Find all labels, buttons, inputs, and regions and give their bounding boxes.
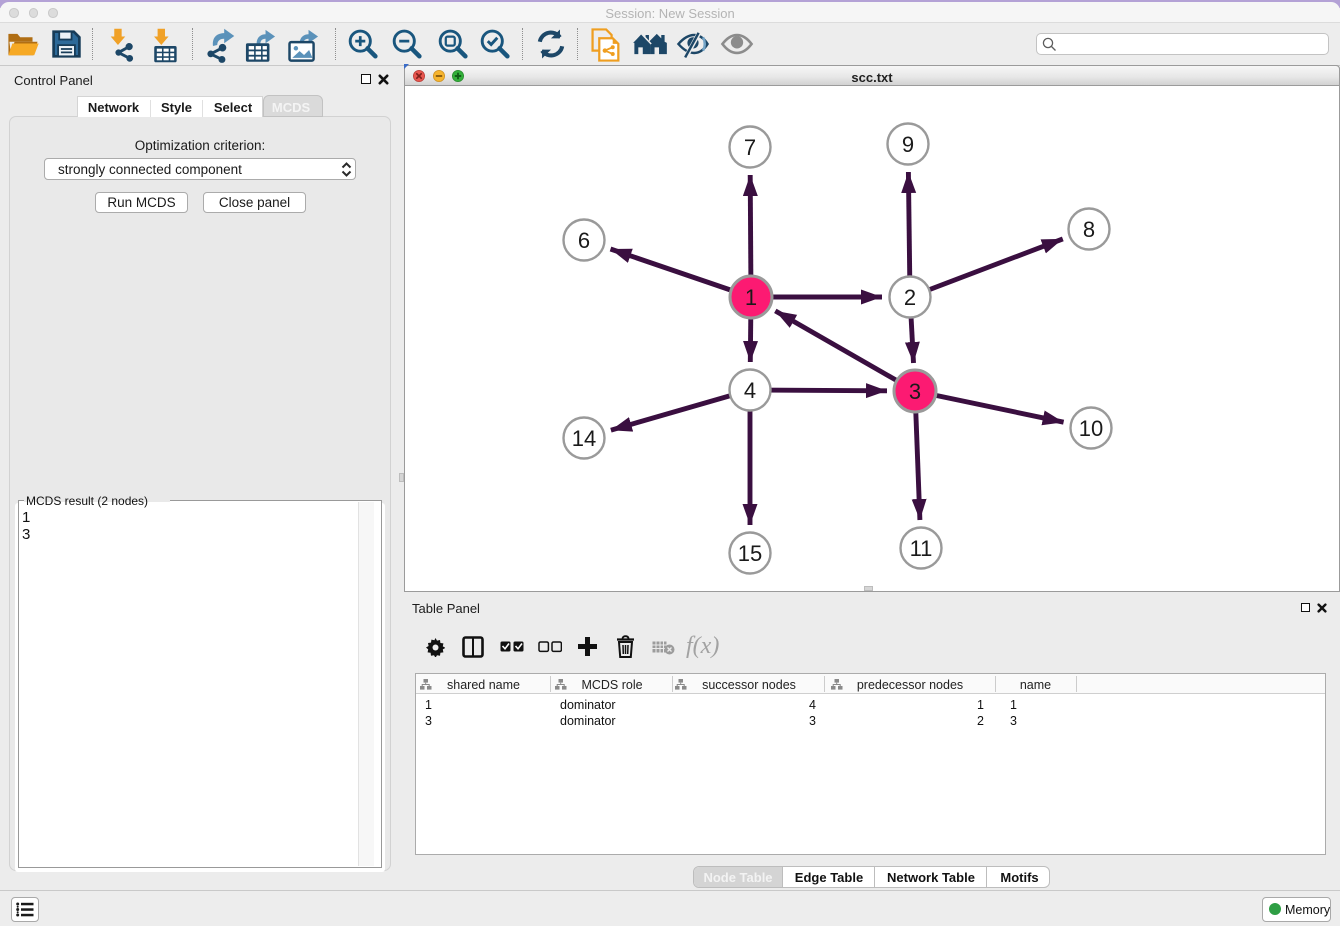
svg-text:9: 9 xyxy=(902,132,914,157)
svg-text:8: 8 xyxy=(1083,217,1095,242)
svg-text:1: 1 xyxy=(745,285,757,310)
svg-text:14: 14 xyxy=(572,426,596,451)
svg-text:6: 6 xyxy=(578,228,590,253)
svg-text:10: 10 xyxy=(1079,416,1103,441)
svg-text:3: 3 xyxy=(909,379,921,404)
svg-text:11: 11 xyxy=(910,536,933,561)
svg-text:15: 15 xyxy=(738,541,762,566)
svg-text:2: 2 xyxy=(904,285,916,310)
svg-text:7: 7 xyxy=(744,135,756,160)
svg-text:4: 4 xyxy=(744,378,756,403)
